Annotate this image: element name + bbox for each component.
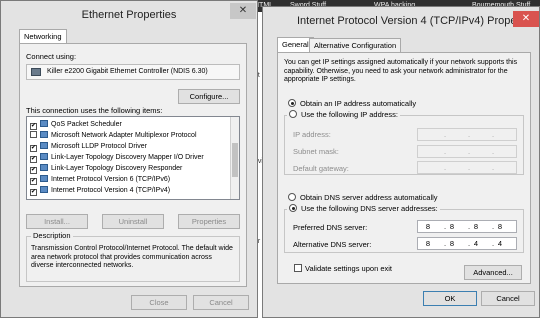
description-group: Description Transmission Control Protoco… [26, 231, 240, 282]
obtain-dns-auto-radio[interactable]: Obtain DNS server address automatically [288, 193, 438, 202]
network-service-icon [40, 131, 48, 138]
octet: 8 [425, 222, 431, 231]
list-item[interactable]: ✔ Link-Layer Topology Discovery Mapper I/… [30, 153, 204, 163]
use-following-dns-radio[interactable]: Use the following DNS server addresses: [287, 204, 440, 213]
checkbox-icon[interactable]: ✔ [30, 189, 37, 196]
checkbox-icon[interactable]: ✔ [30, 167, 37, 174]
tab-alternative-configuration[interactable]: Alternative Configuration [309, 38, 402, 52]
subnet-mask-field: ... [417, 145, 517, 158]
install-button[interactable]: Install... [26, 214, 88, 229]
ip-address-field: ... [417, 128, 517, 141]
properties-button[interactable]: Properties [178, 214, 240, 229]
connect-using-label: Connect using: [26, 52, 77, 61]
octet: 8 [449, 222, 455, 231]
description-label: Description [31, 231, 73, 240]
use-following-ip-radio[interactable]: Use the following IP address: [287, 110, 400, 119]
network-adapter-icon [31, 68, 41, 76]
alternate-dns-label: Alternative DNS server: [293, 240, 372, 249]
radio-selected-icon[interactable] [289, 204, 297, 212]
checkbox-icon[interactable]: ✔ [30, 123, 37, 130]
list-item[interactable]: ✔ Microsoft LLDP Protocol Driver [30, 142, 147, 152]
networking-panel: Connect using: Killer e2200 Gigabit Ethe… [19, 43, 247, 287]
item-label: Internet Protocol Version 6 (TCP/IPv6) [51, 176, 171, 183]
network-service-icon [40, 120, 48, 127]
uninstall-button[interactable]: Uninstall [102, 214, 164, 229]
ip-address-label: IP address: [293, 130, 331, 139]
close-window-button[interactable]: ✕ [513, 11, 539, 27]
preferred-dns-field[interactable]: 8. 8. 8. 8 [417, 220, 517, 233]
ok-button[interactable]: OK [423, 291, 477, 306]
radio-label: Obtain DNS server address automatically [300, 193, 438, 202]
octet: 8 [497, 222, 503, 231]
window-title: Internet Protocol Version 4 (TCP/IPv4) P… [297, 15, 538, 27]
item-label: Microsoft Network Adapter Multiplexor Pr… [51, 132, 197, 139]
checkbox-label: Validate settings upon exit [305, 264, 393, 273]
radio-selected-icon[interactable] [288, 99, 296, 107]
radio-label: Obtain an IP address automatically [300, 99, 417, 108]
configure-button[interactable]: Configure... [178, 89, 240, 104]
window-title: Ethernet Properties [81, 9, 177, 21]
scroll-thumb[interactable] [232, 143, 238, 177]
network-service-icon [40, 142, 48, 149]
checkbox-icon[interactable]: ✔ [30, 145, 37, 152]
checkbox-icon[interactable] [294, 264, 302, 272]
radio-icon[interactable] [289, 110, 297, 118]
item-label: Microsoft LLDP Protocol Driver [51, 143, 147, 150]
tab-networking[interactable]: Networking [19, 29, 67, 44]
adapter-field: Killer e2200 Gigabit Ethernet Controller… [26, 64, 240, 80]
alternate-dns-field[interactable]: 8. 8. 4. 4 [417, 237, 517, 250]
list-item[interactable]: ✔ Link-Layer Topology Discovery Responder [30, 164, 183, 174]
ipv4-properties-window: Internet Protocol Version 4 (TCP/IPv4) P… [262, 6, 540, 318]
network-service-icon [40, 186, 48, 193]
octet: 8 [425, 239, 431, 248]
checkbox-icon[interactable] [30, 131, 37, 138]
subnet-mask-label: Subnet mask: [293, 147, 339, 156]
octet: 4 [497, 239, 503, 248]
default-gateway-label: Default gateway: [293, 164, 349, 173]
description-text: Transmission Control Protocol/Internet P… [31, 245, 233, 269]
close-button[interactable]: Close [131, 295, 187, 310]
list-item[interactable]: Microsoft Network Adapter Multiplexor Pr… [30, 131, 197, 140]
validate-checkbox[interactable]: Validate settings upon exit [294, 264, 392, 273]
cancel-button[interactable]: Cancel [481, 291, 535, 306]
advanced-button[interactable]: Advanced... [464, 265, 522, 280]
radio-label: Use the following DNS server addresses: [301, 204, 438, 213]
checkbox-icon[interactable]: ✔ [30, 156, 37, 163]
network-service-icon [40, 164, 48, 171]
list-scrollbar[interactable] [230, 117, 239, 199]
item-label: Link-Layer Topology Discovery Mapper I/O… [51, 154, 204, 161]
obtain-ip-auto-radio[interactable]: Obtain an IP address automatically [288, 99, 416, 108]
item-label: Internet Protocol Version 4 (TCP/IPv4) [51, 187, 171, 194]
items-list: ✔ QoS Packet Scheduler Microsoft Network … [26, 116, 240, 200]
list-item[interactable]: ✔ Internet Protocol Version 4 (TCP/IPv4) [30, 186, 171, 196]
general-panel: You can get IP settings assigned automat… [277, 52, 531, 284]
intro-text: You can get IP settings assigned automat… [284, 59, 518, 83]
default-gateway-field: ... [417, 161, 517, 174]
close-window-button[interactable]: ✕ [230, 3, 256, 19]
adapter-name: Killer e2200 Gigabit Ethernet Controller… [47, 68, 208, 75]
cancel-button[interactable]: Cancel [193, 295, 249, 310]
item-label: Link-Layer Topology Discovery Responder [51, 165, 183, 172]
list-item[interactable]: ✔ Internet Protocol Version 6 (TCP/IPv6) [30, 175, 171, 185]
radio-label: Use the following IP address: [301, 110, 398, 119]
network-service-icon [40, 175, 48, 182]
preferred-dns-label: Preferred DNS server: [293, 223, 368, 232]
network-service-icon [40, 153, 48, 160]
list-item[interactable]: ✔ QoS Packet Scheduler [30, 120, 122, 130]
radio-icon[interactable] [288, 193, 296, 201]
item-label: QoS Packet Scheduler [51, 121, 122, 128]
octet: 8 [449, 239, 455, 248]
octet: 8 [473, 222, 479, 231]
dns-group: Use the following DNS server addresses: … [284, 204, 524, 253]
ethernet-properties-window: Ethernet Properties ✕ Networking Connect… [0, 0, 258, 318]
octet: 4 [473, 239, 479, 248]
items-label: This connection uses the following items… [26, 106, 163, 115]
ip-address-group: Use the following IP address: IP address… [284, 110, 524, 175]
checkbox-icon[interactable]: ✔ [30, 178, 37, 185]
